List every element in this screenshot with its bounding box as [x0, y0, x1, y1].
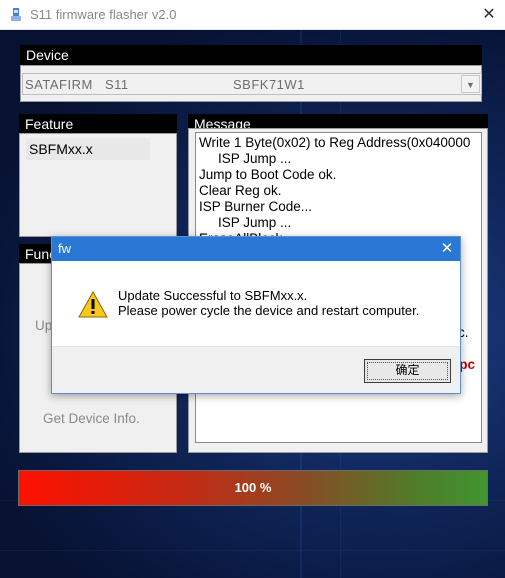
- dialog-close-button[interactable]: ✕: [437, 239, 457, 259]
- device-panel-header: Device: [20, 45, 482, 65]
- update-button[interactable]: Up: [35, 318, 52, 333]
- message-line: Clear Reg ok.: [199, 183, 282, 198]
- dropdown-arrow-icon[interactable]: ▼: [461, 75, 480, 93]
- message-dialog: fw ✕ Update Successful to SBFMxx.x. Plea…: [51, 236, 461, 394]
- message-line: Write 1 Byte(0x02) to Reg Address(0x0400…: [199, 135, 471, 150]
- get-device-info-button[interactable]: Get Device Info.: [43, 411, 140, 426]
- dialog-message-line1: Update Successful to SBFMxx.x.: [118, 288, 308, 303]
- app-icon: [11, 8, 21, 21]
- device-model: S11: [105, 77, 129, 92]
- device-firmware: SBFK71W1: [233, 77, 305, 92]
- device-vendor: SATAFIRM: [25, 77, 93, 92]
- warning-icon: [78, 291, 108, 318]
- window-title: S11 firmware flasher v2.0: [30, 7, 177, 22]
- message-line: Jump to Boot Code ok.: [199, 167, 337, 182]
- feature-panel-header: Feature: [19, 114, 177, 134]
- dialog-titlebar: fw ✕: [52, 237, 460, 261]
- window-titlebar: S11 firmware flasher v2.0 ✕: [0, 0, 505, 30]
- progress-bar: 100 %: [18, 470, 488, 506]
- message-line: ISP Jump ...: [218, 215, 292, 230]
- device-select[interactable]: SATAFIRM S11 SBFK71W1 ▼: [22, 73, 482, 95]
- ok-button[interactable]: 确定: [364, 359, 451, 383]
- dialog-body: Update Successful to SBFMxx.x. Please po…: [52, 261, 460, 346]
- message-line: ISP Jump ...: [218, 151, 292, 166]
- window-close-button[interactable]: ✕: [478, 5, 500, 25]
- feature-item-sbfm[interactable]: SBFMxx.x: [26, 138, 150, 160]
- message-line: ISP Burner Code...: [199, 199, 313, 214]
- dialog-message-line2: Please power cycle the device and restar…: [118, 303, 420, 318]
- dialog-title: fw: [58, 241, 71, 256]
- dialog-footer: 确定: [52, 346, 460, 393]
- progress-label: 100 %: [234, 480, 272, 495]
